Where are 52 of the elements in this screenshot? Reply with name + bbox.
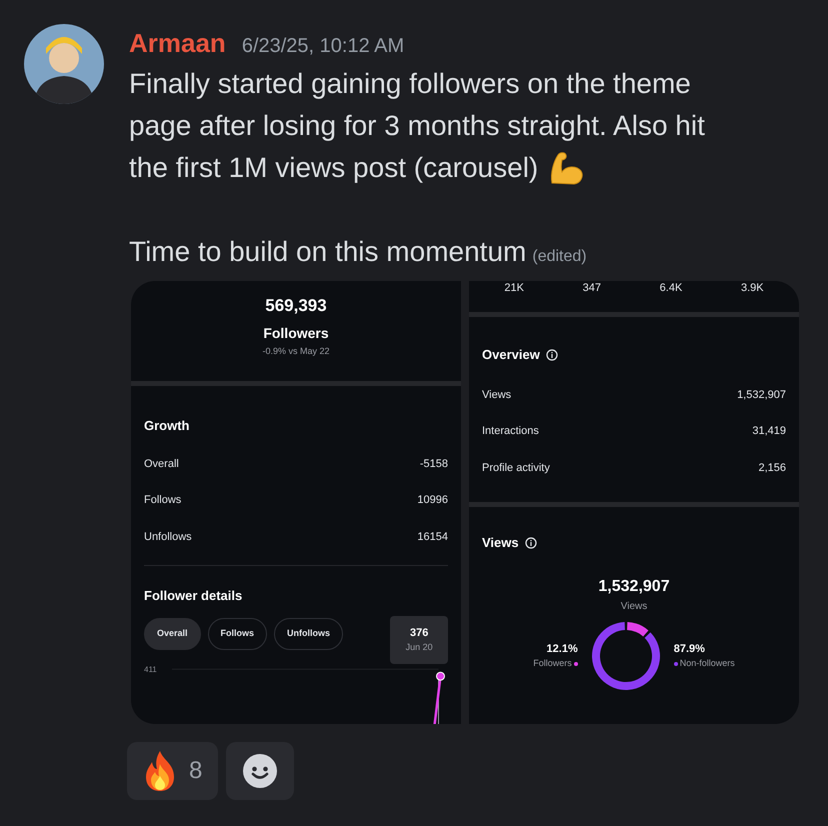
stat-value: 31,419 [752,424,786,439]
stat-number: 21K [504,282,524,294]
views-label: Views [620,600,648,614]
section-title: Follower details [144,587,244,605]
stat-number: 6.4K [660,282,682,294]
stat-number: 347 [582,282,601,294]
fire-icon [143,750,177,792]
reaction-button[interactable]: 8 [127,742,218,800]
screenshot-image[interactable]: 21K 347 6.4K 3.9K Overview Views 1,532,907 Interactions 31,419 Profile activity 2,156 Views 1,532,907 Views 12.1% Followers 87.9% Non-followers [469,281,799,724]
stat-value: -5158 [420,456,448,472]
followers-label: Followers [263,324,329,342]
legend-label: Followers [533,657,572,670]
change-text: -0.9% vs May 22 [262,344,330,358]
section-title: Overview [482,346,540,364]
section-title: Views [482,534,519,552]
stat-value: 2,156 [758,460,786,476]
timestamp: 6/23/25, 10:12 AM [242,34,404,59]
legend-label: Non-followers [680,657,735,670]
message-text: Time to build on this momentum [129,235,526,269]
smiley-icon [243,754,278,788]
stat-value: 16154 [417,530,448,544]
flexed-arm-icon [548,151,584,185]
followers-count: 569,393 [265,295,327,317]
axis-tick: 411 [144,664,158,676]
edited-label: (edited) [532,247,587,267]
info-icon [524,536,537,549]
stat-label: Views [482,388,512,402]
filter-pill[interactable]: Unfollows [274,618,344,650]
add-reaction-button[interactable] [226,742,294,800]
stat-number: 3.9K [740,282,764,294]
reaction-count: 8 [189,756,202,786]
info-icon [546,348,558,361]
filter-pill[interactable]: Overall [144,618,201,650]
author-name[interactable]: Armaan [129,24,226,63]
section-title: Growth [144,417,190,435]
legend-percent: 12.1% [546,642,578,656]
stat-label: Unfollows [144,530,192,544]
message-line: the first 1M views post (carousel) [129,151,538,185]
views-total: 1,532,907 [598,576,670,596]
screenshot-image[interactable]: 569,393 Followers -0.9% vs May 22 Growth Overall -5158 Follows 10996 Unfollows 16154 Follower details Overall Follows Unfollows 411 376 Jun 20 [131,281,461,724]
filter-pill[interactable]: Follows [208,618,268,650]
message-line: page after losing for 3 months straight. Also hit [129,109,705,143]
legend-percent: 87.9% [674,642,705,656]
stat-label: Profile activity [482,460,550,476]
message-line: Finally started gaining followers on the theme [129,67,691,101]
stat-label: Interactions [482,424,539,439]
tooltip-date: Jun 20 [406,641,433,654]
tooltip-value: 376 [410,626,428,640]
stat-value: 1,532,907 [737,388,786,402]
stat-label: Follows [144,493,182,508]
stat-label: Overall [144,456,179,472]
stat-value: 10996 [417,493,448,508]
